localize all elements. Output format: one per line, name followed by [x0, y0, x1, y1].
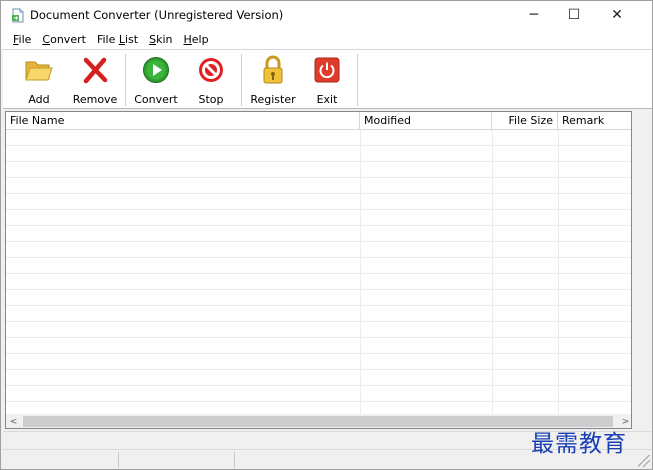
- grid-line: [492, 130, 493, 414]
- register-button[interactable]: Register: [249, 53, 297, 109]
- folder-open-icon: [25, 61, 53, 81]
- close-button[interactable]: ✕: [594, 1, 640, 29]
- watermark-text: 最需教育: [531, 431, 627, 457]
- menu-convert[interactable]: Convert: [42, 33, 86, 46]
- application-window: Document Converter (Unregistered Version…: [0, 0, 653, 470]
- close-icon: ✕: [611, 7, 623, 23]
- title-bar[interactable]: Document Converter (Unregistered Version…: [1, 1, 652, 29]
- remove-label: Remove: [72, 93, 118, 106]
- toolbar-separator: [357, 54, 358, 106]
- stop-button[interactable]: Stop: [193, 53, 229, 109]
- resize-grip-icon[interactable]: [638, 455, 650, 467]
- list-body[interactable]: [6, 130, 631, 414]
- power-icon: [314, 57, 340, 83]
- scroll-left-button[interactable]: <: [6, 414, 21, 428]
- exit-button[interactable]: Exit: [311, 53, 343, 109]
- maximize-icon: ☐: [567, 7, 581, 23]
- remove-button[interactable]: Remove: [73, 53, 117, 109]
- document-app-icon: [12, 8, 24, 23]
- play-icon: [143, 57, 169, 83]
- padlock-icon: [263, 55, 283, 84]
- scrollbar-thumb[interactable]: [23, 416, 613, 427]
- register-label: Register: [250, 93, 296, 106]
- menu-bar: File Convert File List Skin Help: [1, 29, 652, 49]
- chevron-left-icon: <: [9, 416, 18, 427]
- minimize-button[interactable]: ─: [514, 1, 554, 29]
- stop-icon: [199, 58, 223, 82]
- file-list-view[interactable]: File Name Modified File Size Remark < >: [5, 111, 632, 429]
- status-pane: [119, 452, 235, 468]
- convert-label: Convert: [134, 93, 178, 106]
- convert-button[interactable]: Convert: [133, 53, 179, 109]
- status-pane: [3, 452, 119, 468]
- exit-label: Exit: [316, 93, 338, 106]
- toolbar-separator: [241, 54, 242, 106]
- add-label: Add: [28, 93, 50, 106]
- column-file-name[interactable]: File Name: [6, 112, 360, 130]
- stop-label: Stop: [198, 93, 224, 106]
- menu-file[interactable]: File: [13, 33, 31, 46]
- column-modified[interactable]: Modified: [360, 112, 492, 130]
- maximize-button[interactable]: ☐: [554, 1, 594, 29]
- menu-help[interactable]: Help: [183, 33, 208, 46]
- toolbar: Add Remove Convert Stop Register Exit: [3, 49, 652, 109]
- column-remark[interactable]: Remark: [558, 112, 631, 130]
- list-header: File Name Modified File Size Remark: [6, 112, 631, 130]
- toolbar-separator: [125, 54, 126, 106]
- minimize-icon: ─: [529, 7, 539, 23]
- remove-x-icon: [83, 57, 108, 84]
- window-title: Document Converter (Unregistered Version…: [30, 8, 284, 22]
- add-button[interactable]: Add: [19, 53, 59, 109]
- grid-line: [558, 130, 559, 414]
- grid-line: [360, 130, 361, 414]
- menu-skin[interactable]: Skin: [149, 33, 172, 46]
- menu-file-list[interactable]: File List: [97, 33, 138, 46]
- column-file-size[interactable]: File Size: [492, 112, 558, 130]
